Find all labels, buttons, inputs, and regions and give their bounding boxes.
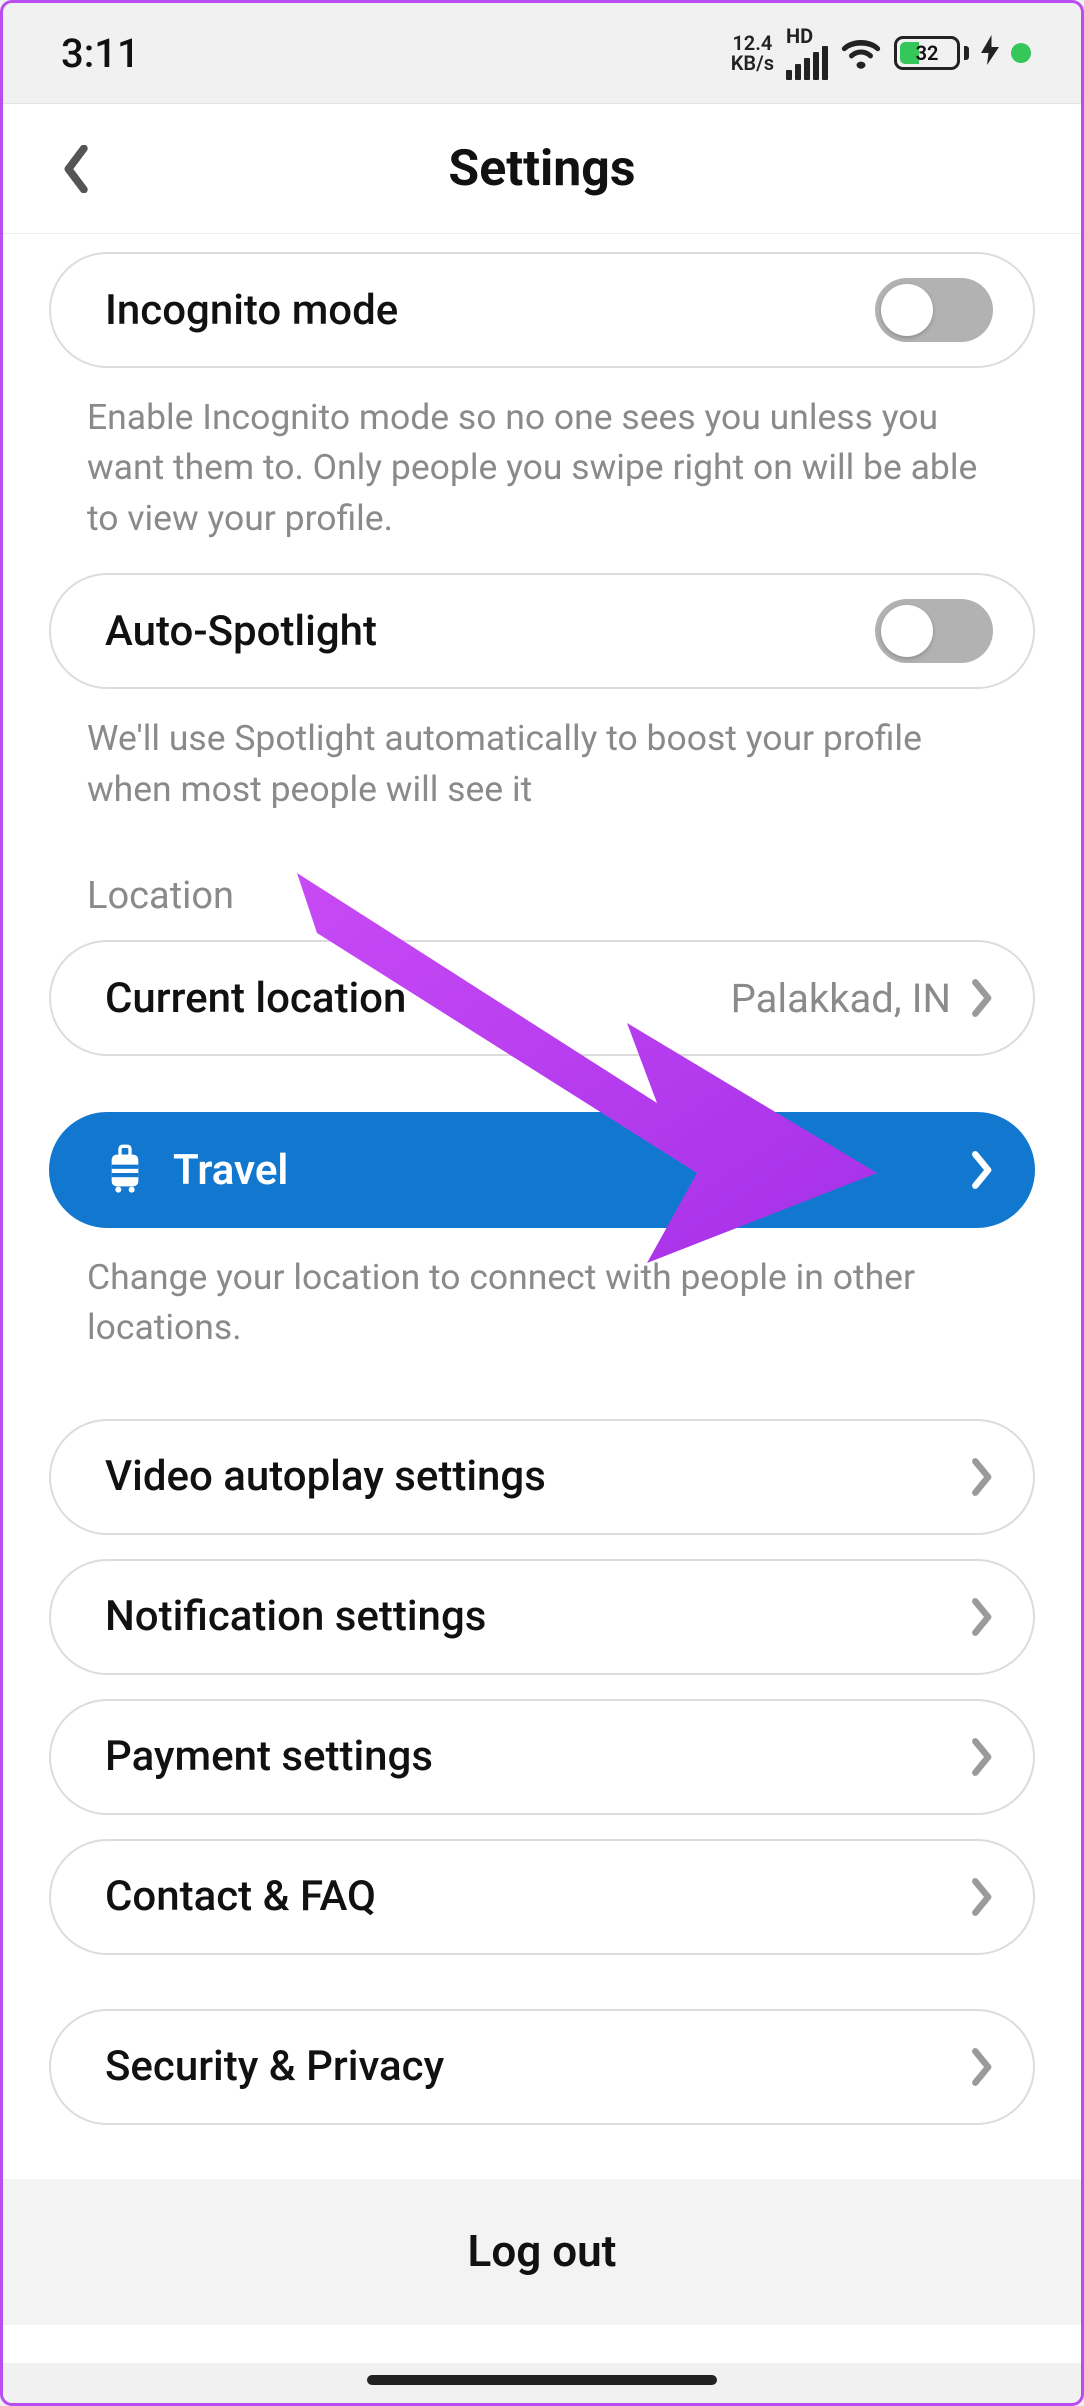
location-section-label: Location bbox=[49, 814, 1035, 940]
network-speed-value: 12.4 bbox=[732, 33, 772, 53]
status-time: 3:11 bbox=[61, 30, 140, 77]
video-autoplay-row[interactable]: Video autoplay settings bbox=[49, 1419, 1035, 1535]
payment-settings-row[interactable]: Payment settings bbox=[49, 1699, 1035, 1815]
payment-settings-label: Payment settings bbox=[105, 1732, 433, 1781]
privacy-indicator-dot bbox=[1011, 43, 1031, 63]
auto-spotlight-label: Auto-Spotlight bbox=[105, 607, 377, 656]
current-location-value: Palakkad, IN bbox=[731, 975, 951, 1022]
travel-description: Change your location to connect with peo… bbox=[49, 1228, 1035, 1353]
auto-spotlight-description: We'll use Spotlight automatically to boo… bbox=[49, 689, 1035, 814]
travel-label: Travel bbox=[173, 1146, 288, 1195]
page-title: Settings bbox=[448, 140, 635, 198]
chevron-right-icon bbox=[969, 1457, 993, 1497]
auto-spotlight-row[interactable]: Auto-Spotlight bbox=[49, 573, 1035, 689]
contact-faq-row[interactable]: Contact & FAQ bbox=[49, 1839, 1035, 1955]
hd-badge: HD bbox=[786, 26, 813, 46]
incognito-label: Incognito mode bbox=[105, 286, 398, 335]
chevron-right-icon bbox=[969, 1737, 993, 1777]
status-right: 12.4 KB/s HD 32 bbox=[731, 26, 1031, 80]
header: Settings bbox=[3, 104, 1081, 234]
video-autoplay-label: Video autoplay settings bbox=[105, 1452, 546, 1501]
travel-row[interactable]: Travel bbox=[49, 1112, 1035, 1228]
network-speed: 12.4 KB/s bbox=[731, 33, 774, 73]
security-privacy-row[interactable]: Security & Privacy bbox=[49, 2009, 1035, 2125]
battery-percent: 32 bbox=[897, 41, 957, 65]
logout-button[interactable]: Log out bbox=[3, 2179, 1081, 2325]
chevron-right-icon bbox=[969, 1150, 993, 1190]
incognito-toggle[interactable] bbox=[875, 278, 993, 342]
auto-spotlight-toggle[interactable] bbox=[875, 599, 993, 663]
contact-faq-label: Contact & FAQ bbox=[105, 1872, 376, 1921]
status-bar: 3:11 12.4 KB/s HD 32 bbox=[3, 3, 1081, 103]
chevron-right-icon bbox=[969, 1597, 993, 1637]
incognito-row[interactable]: Incognito mode bbox=[49, 252, 1035, 368]
security-privacy-label: Security & Privacy bbox=[105, 2042, 444, 2091]
current-location-row[interactable]: Current location Palakkad, IN bbox=[49, 940, 1035, 1056]
chevron-right-icon bbox=[969, 2047, 993, 2087]
current-location-label: Current location bbox=[105, 974, 406, 1023]
notification-settings-row[interactable]: Notification settings bbox=[49, 1559, 1035, 1675]
home-indicator[interactable] bbox=[367, 2375, 717, 2385]
chevron-left-icon bbox=[62, 145, 92, 193]
cellular-signal-icon bbox=[786, 46, 828, 80]
network-speed-unit: KB/s bbox=[731, 53, 774, 73]
wifi-icon bbox=[840, 37, 882, 69]
chevron-right-icon bbox=[969, 1877, 993, 1917]
notification-settings-label: Notification settings bbox=[105, 1592, 486, 1641]
luggage-icon bbox=[105, 1143, 145, 1197]
page: Settings Incognito mode Enable Incognito… bbox=[3, 103, 1081, 2363]
chevron-right-icon bbox=[969, 978, 993, 1018]
charging-icon bbox=[981, 35, 999, 72]
back-button[interactable] bbox=[47, 139, 107, 199]
logout-label: Log out bbox=[468, 2225, 617, 2277]
signal-group: HD bbox=[786, 26, 828, 80]
incognito-description: Enable Incognito mode so no one sees you… bbox=[49, 368, 1035, 543]
content: Incognito mode Enable Incognito mode so … bbox=[3, 234, 1081, 2325]
battery-indicator: 32 bbox=[894, 36, 969, 70]
